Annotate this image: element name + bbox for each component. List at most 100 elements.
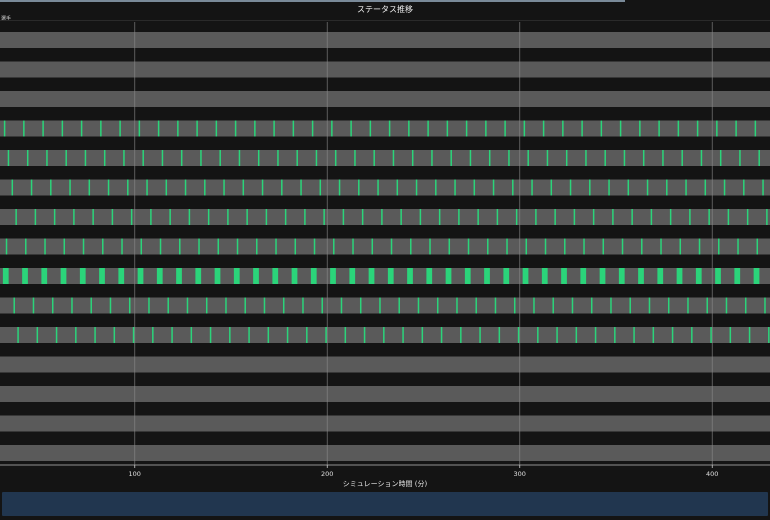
status-mark-row-5	[219, 150, 221, 166]
row-band-15	[0, 445, 770, 461]
status-mark-row-5	[527, 150, 529, 166]
status-mark-row-9	[176, 268, 182, 284]
status-mark-row-11	[671, 327, 674, 343]
status-mark-row-7	[323, 209, 325, 225]
status-mark-row-6	[127, 179, 129, 196]
status-mark-row-8	[256, 238, 258, 255]
status-mark-row-10	[648, 297, 651, 314]
status-mark-row-9	[233, 268, 240, 284]
status-mark-row-10	[456, 297, 458, 314]
status-mark-row-6	[223, 179, 225, 196]
status-mark-row-4	[196, 120, 198, 137]
status-mark-row-10	[205, 297, 208, 314]
status-mark-row-6	[88, 179, 91, 196]
status-mark-row-7	[284, 209, 287, 225]
status-mark-row-9	[618, 268, 625, 284]
status-mark-row-5	[103, 150, 106, 166]
status-mark-row-11	[729, 327, 732, 343]
status-mark-row-4	[716, 120, 718, 137]
status-mark-row-9	[541, 268, 548, 284]
status-mark-row-6	[107, 179, 110, 196]
status-mark-row-7	[150, 209, 152, 225]
status-mark-row-11	[248, 327, 250, 343]
status-mark-row-8	[236, 238, 239, 255]
status-mark-row-11	[306, 327, 308, 343]
status-mark-row-6	[743, 179, 745, 196]
status-mark-row-6	[146, 179, 148, 196]
status-mark-row-5	[431, 150, 433, 166]
status-mark-row-5	[26, 150, 29, 166]
status-mark-row-10	[494, 297, 497, 314]
status-mark-row-6	[723, 179, 726, 196]
status-mark-row-7	[592, 209, 595, 225]
status-mark-row-6	[646, 179, 649, 196]
status-mark-row-11	[383, 327, 385, 343]
status-mark-row-10	[436, 297, 439, 314]
row-band-1	[0, 32, 770, 48]
status-mark-row-7	[746, 209, 749, 225]
status-mark-row-6	[492, 179, 495, 196]
status-mark-row-8	[737, 238, 739, 255]
status-mark-row-7	[515, 209, 518, 225]
status-mark-row-8	[121, 238, 123, 255]
status-mark-row-5	[296, 150, 298, 166]
status-mark-row-10	[764, 297, 766, 314]
status-mark-row-9	[753, 268, 760, 284]
status-mark-row-7	[573, 209, 576, 225]
status-mark-row-10	[90, 297, 92, 314]
status-mark-row-8	[756, 238, 759, 255]
status-mark-row-10	[340, 297, 343, 314]
row-band-3	[0, 91, 770, 107]
status-mark-row-8	[390, 238, 393, 255]
status-mark-row-8	[621, 238, 624, 255]
status-mark-row-4	[215, 120, 218, 137]
status-mark-row-11	[748, 327, 751, 343]
status-mark-row-7	[496, 209, 499, 225]
status-mark-row-10	[109, 297, 112, 314]
scrollbar-thumb[interactable]	[2, 492, 768, 516]
status-mark-row-7	[246, 209, 248, 225]
row-band-2	[0, 61, 770, 78]
row-band-9	[0, 268, 770, 284]
row-band-7	[0, 209, 770, 225]
status-mark-row-9	[695, 268, 702, 284]
status-mark-row-8	[602, 238, 605, 255]
status-mark-row-6	[685, 179, 687, 196]
status-mark-row-6	[666, 179, 668, 196]
status-mark-row-11	[152, 327, 154, 343]
status-mark-row-9	[676, 268, 683, 284]
status-mark-row-10	[687, 297, 689, 314]
status-mark-row-8	[82, 238, 85, 255]
status-mark-row-11	[575, 327, 578, 343]
status-mark-row-6	[300, 179, 302, 196]
status-mark-row-10	[148, 297, 150, 314]
status-mark-row-11	[556, 327, 558, 343]
row-band-14	[0, 415, 770, 432]
status-mark-row-7	[34, 209, 37, 225]
status-mark-row-9	[99, 268, 105, 284]
status-mark-row-4	[350, 120, 352, 137]
status-mark-row-7	[53, 209, 56, 225]
status-mark-row-4	[446, 120, 449, 137]
status-mark-row-10	[706, 297, 708, 314]
status-mark-row-8	[410, 238, 412, 255]
status-mark-row-8	[698, 238, 701, 255]
status-mark-row-4	[427, 120, 429, 137]
status-mark-row-9	[253, 268, 259, 284]
status-mark-row-5	[585, 150, 587, 166]
status-mark-row-8	[718, 238, 720, 255]
status-mark-row-11	[325, 327, 327, 343]
status-mark-row-5	[681, 150, 683, 166]
status-mark-row-7	[361, 209, 364, 225]
status-mark-row-8	[275, 238, 277, 255]
status-mark-row-5	[334, 150, 337, 166]
status-mark-row-9	[60, 268, 67, 284]
status-mark-row-5	[662, 150, 664, 166]
status-mark-row-4	[273, 120, 275, 137]
status-mark-row-10	[13, 297, 15, 314]
status-mark-row-7	[304, 209, 306, 225]
x-axis-label: シミュレーション時間 (分)	[342, 480, 428, 488]
status-mark-row-10	[167, 297, 169, 314]
status-mark-row-4	[735, 120, 737, 137]
status-mark-row-5	[469, 150, 472, 166]
